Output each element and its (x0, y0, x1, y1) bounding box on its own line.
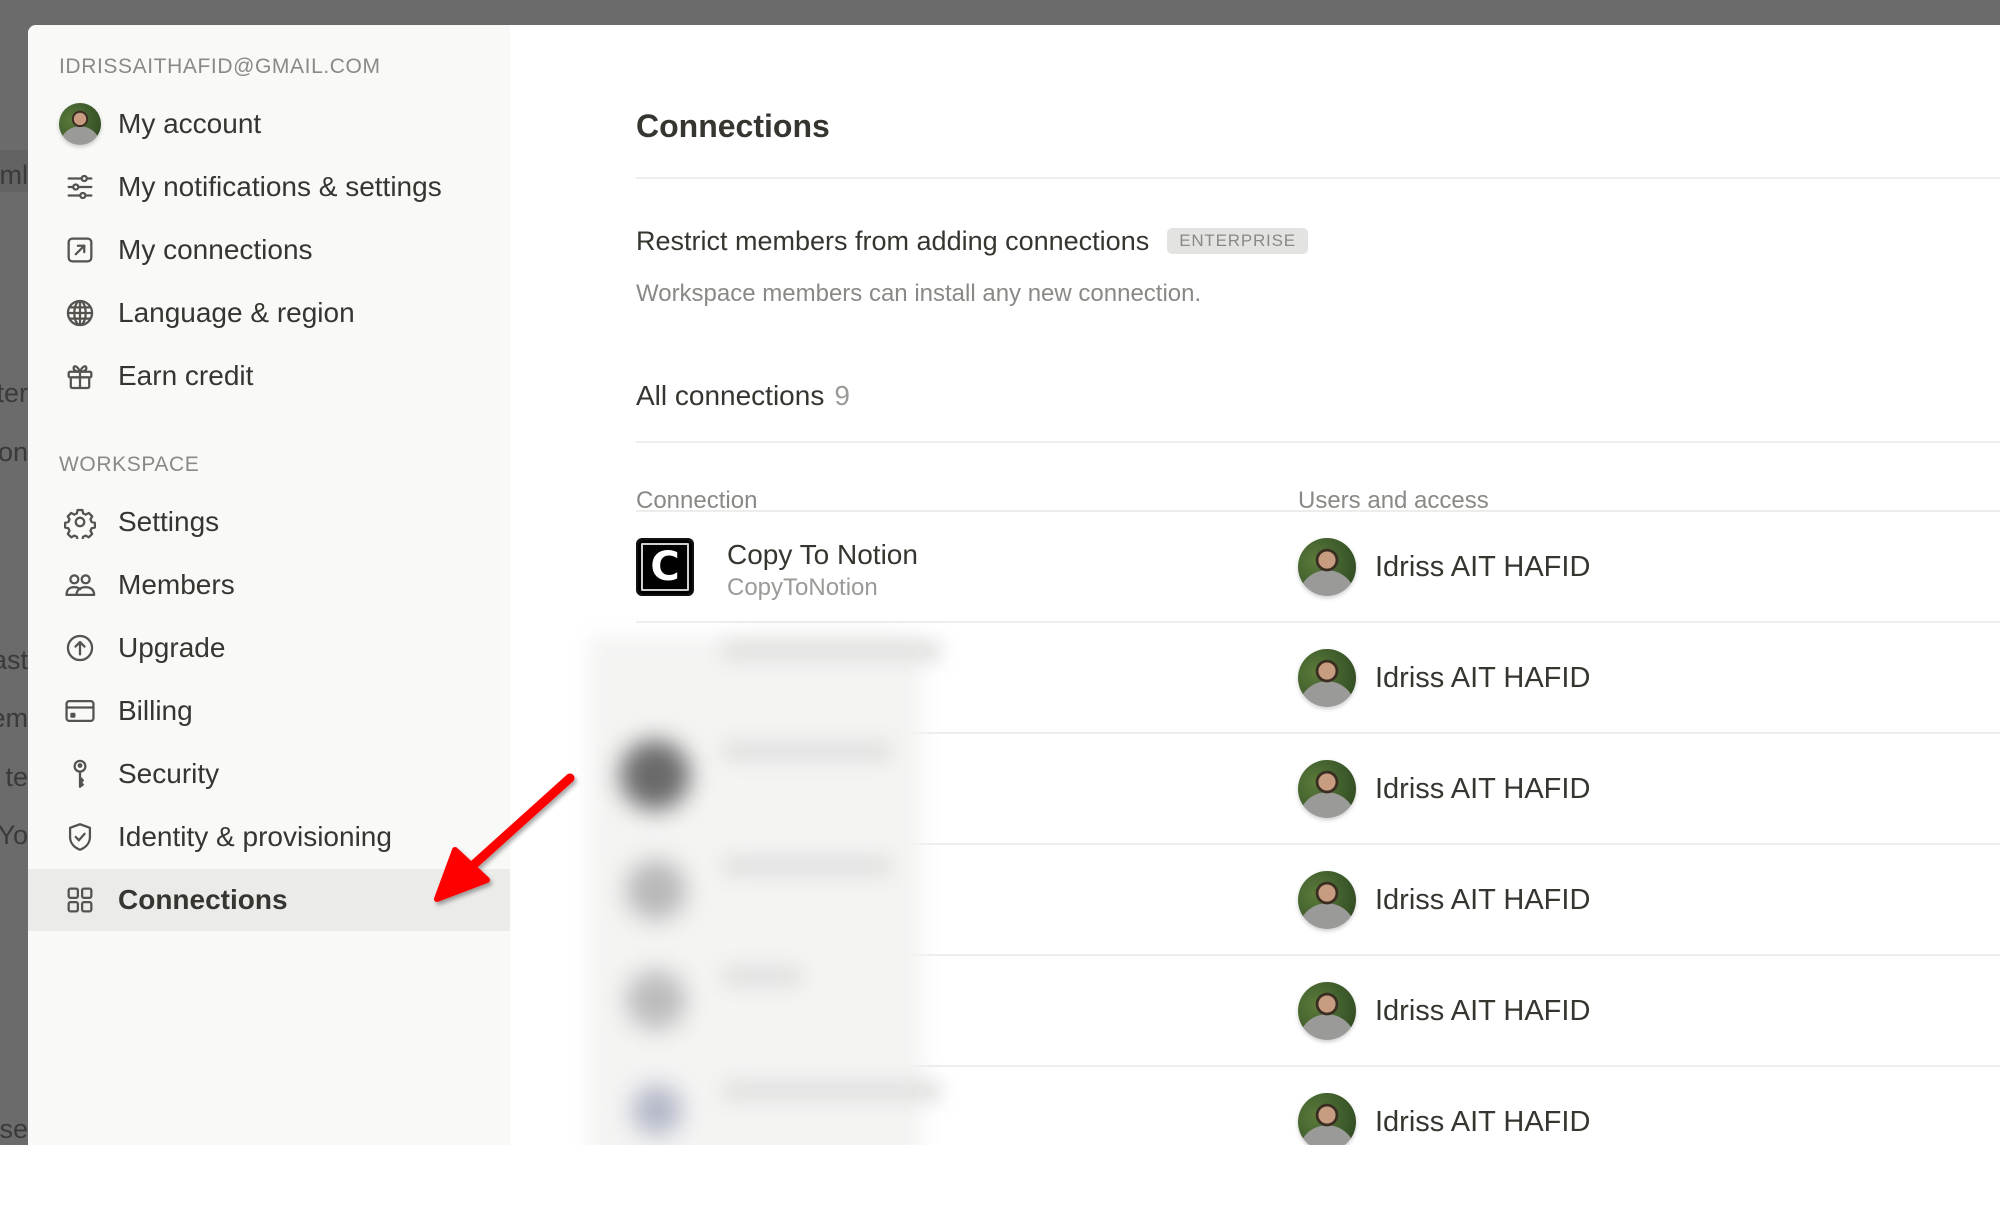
enterprise-badge: ENTERPRISE (1167, 228, 1308, 254)
sidebar-item-upgrade[interactable]: Upgrade (28, 617, 510, 679)
page-title: Connections (636, 108, 830, 144)
redacted-text (722, 1080, 942, 1102)
workspace-section-label: WORKSPACE (59, 453, 200, 476)
user-name: Idriss AIT HAFID (1375, 884, 1591, 916)
sidebar-item-settings[interactable]: Settings (28, 491, 510, 553)
avatar (1298, 649, 1356, 707)
sidebar-item-label: Earn credit (118, 360, 254, 391)
sidebar-item-security[interactable]: Security (28, 743, 510, 805)
avatar (1298, 1093, 1356, 1145)
redacted-icon (626, 860, 686, 920)
restrict-connections-description: Workspace members can install any new co… (636, 280, 1202, 307)
sidebar-item-label: Security (118, 758, 220, 789)
settings-modal: IDRISSAITHAFID@GMAIL.COM My account My n… (28, 25, 2000, 1145)
sidebar-item-identity-provisioning[interactable]: Identity & provisioning (28, 806, 510, 868)
divider (636, 177, 2000, 179)
user-name: Idriss AIT HAFID (1375, 551, 1591, 583)
connection-handle: CopyToNotion (727, 574, 878, 601)
redacted-icon (626, 970, 686, 1030)
background-text-fragment: ter (0, 378, 28, 408)
all-connections-label: All connections (636, 380, 825, 411)
globe-icon (59, 292, 101, 334)
grid-icon (59, 879, 101, 921)
redacted-icon (620, 740, 690, 810)
sidebar-item-label: Connections (118, 884, 288, 915)
background-text-fragment: Yo (0, 820, 28, 850)
background-text-fragment: ase (0, 1114, 28, 1144)
sidebar-item-label: Language & region (118, 297, 355, 328)
sidebar-item-earn-credit[interactable]: Earn credit (28, 345, 510, 407)
sidebar-item-label: My account (118, 108, 262, 139)
table-row[interactable]: C Copy To Notion CopyToNotion Idriss AIT HA… (636, 512, 2000, 623)
people-icon (59, 564, 101, 606)
avatar (1298, 760, 1356, 818)
background-text-fragment: ion (0, 437, 28, 467)
arrow-up-right-square-icon (59, 229, 101, 271)
background-text-fragment: ml (0, 160, 28, 190)
sidebar-item-my-connections[interactable]: My connections (28, 219, 510, 281)
sidebar-item-connections[interactable]: Connections (28, 869, 510, 931)
background-text-fragment: te (5, 762, 28, 792)
background-text-fragment: em (0, 703, 28, 733)
gear-icon (59, 501, 101, 543)
gift-icon (59, 355, 101, 397)
shield-check-icon (59, 816, 101, 858)
sidebar-item-label: Upgrade (118, 632, 226, 663)
restrict-connections-setting: Restrict members from adding connections… (636, 225, 1308, 257)
settings-sidebar: IDRISSAITHAFID@GMAIL.COM My account My n… (28, 25, 510, 1145)
sidebar-item-language-region[interactable]: Language & region (28, 282, 510, 344)
sidebar-item-label: Billing (118, 695, 193, 726)
redacted-text (722, 740, 892, 762)
user-name: Idriss AIT HAFID (1375, 773, 1591, 805)
redacted-icon (632, 1085, 682, 1135)
connections-count: 9 (834, 380, 850, 411)
redacted-text (722, 965, 802, 987)
redacted-text (722, 640, 942, 662)
sidebar-item-billing[interactable]: Billing (28, 680, 510, 742)
avatar (1298, 538, 1356, 596)
user-name: Idriss AIT HAFID (1375, 995, 1591, 1027)
connections-panel: Connections Restrict members from adding… (588, 25, 2000, 1145)
avatar (1298, 982, 1356, 1040)
divider (636, 441, 2000, 443)
account-email-label: IDRISSAITHAFID@GMAIL.COM (59, 55, 381, 78)
sidebar-item-my-account[interactable]: My account (28, 93, 510, 155)
background-text-fragment: ast (0, 645, 28, 675)
avatar (59, 103, 101, 145)
restrict-connections-title: Restrict members from adding connections (636, 226, 1150, 256)
user-name: Idriss AIT HAFID (1375, 1106, 1591, 1138)
redacted-text (722, 855, 892, 877)
user-name: Idriss AIT HAFID (1375, 662, 1591, 694)
sidebar-item-label: Members (118, 569, 235, 600)
sidebar-item-members[interactable]: Members (28, 554, 510, 616)
sliders-icon (59, 166, 101, 208)
sidebar-item-label: Settings (118, 506, 220, 537)
sidebar-item-my-notifications[interactable]: My notifications & settings (28, 156, 510, 218)
arrow-up-circle-icon (59, 627, 101, 669)
credit-card-icon (59, 690, 101, 732)
connection-name[interactable]: Copy To Notion (727, 538, 918, 572)
sidebar-item-label: My notifications & settings (118, 171, 442, 202)
key-icon (59, 753, 101, 795)
sidebar-item-label: Identity & provisioning (118, 821, 392, 852)
all-connections-heading: All connections 9 (636, 380, 850, 412)
avatar (1298, 871, 1356, 929)
copy-to-notion-logo-icon: C (636, 538, 694, 596)
sidebar-item-label: My connections (118, 234, 313, 265)
